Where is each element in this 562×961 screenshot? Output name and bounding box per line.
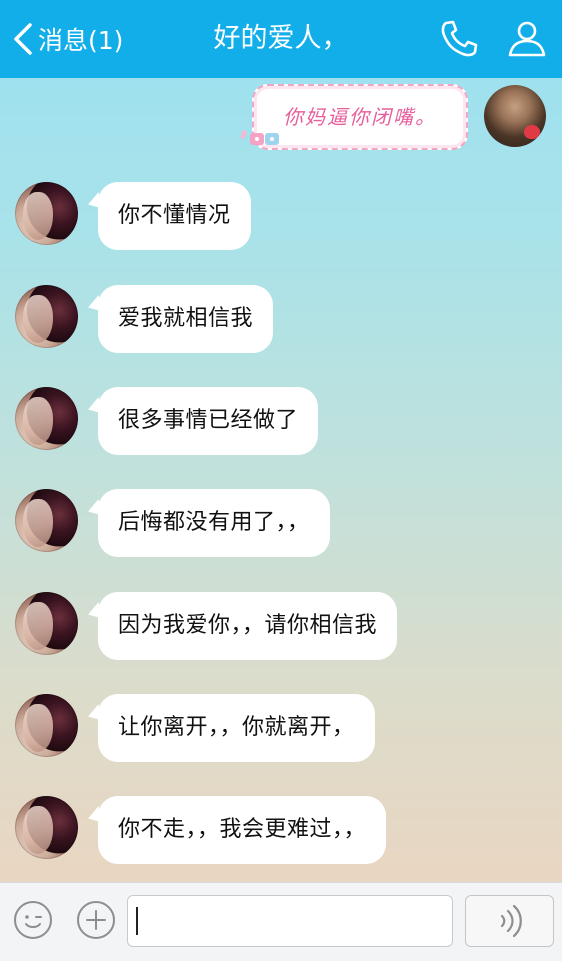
message-bubble[interactable]: 爱我就相信我	[98, 285, 274, 353]
text-caret	[136, 907, 138, 935]
received-message-row: 后悔都没有用了，，	[0, 489, 562, 559]
more-options-button[interactable]	[77, 901, 115, 939]
message-bubble[interactable]: 因为我爱你，，请你相信我	[98, 592, 398, 660]
received-message-row: 让你离开，，你就离开，	[0, 694, 562, 764]
received-message-row: 爱我就相信我	[0, 285, 562, 355]
message-bubble[interactable]: 你不懂情况	[98, 182, 251, 250]
contact-avatar[interactable]	[15, 592, 78, 655]
teacup-decoration-icon	[240, 130, 279, 145]
phone-icon	[441, 20, 478, 57]
voice-input-button[interactable]	[465, 895, 554, 947]
contact-avatar[interactable]	[15, 182, 78, 245]
message-bubble[interactable]: 后悔都没有用了，，	[98, 489, 330, 557]
contact-avatar[interactable]	[15, 694, 78, 757]
contact-avatar[interactable]	[15, 796, 78, 859]
received-message-row: 很多事情已经做了	[0, 387, 562, 457]
smiley-icon	[25, 915, 42, 928]
contact-profile-button[interactable]	[505, 17, 549, 61]
message-bubble[interactable]: 很多事情已经做了	[98, 387, 319, 455]
received-message-row: 你不懂情况	[0, 182, 562, 252]
chat-area[interactable]: 你妈逼你闭嘴。 你不懂情况 爱我就相信我 很多事情已经做了 后悔都没有用了，， …	[0, 78, 562, 882]
my-avatar[interactable]	[484, 85, 546, 147]
title-bar: 消息(1) 好的爱人，	[0, 0, 562, 78]
message-bubble[interactable]: 让你离开，，你就离开，	[98, 694, 375, 762]
voice-wave-icon	[500, 904, 522, 938]
message-bubble[interactable]: 你不走，，我会更难过，，	[98, 796, 387, 864]
contact-avatar[interactable]	[15, 489, 78, 552]
contact-avatar[interactable]	[15, 387, 78, 450]
sent-message-row: 你妈逼你闭嘴。	[0, 80, 562, 150]
call-button[interactable]	[437, 17, 481, 61]
person-icon	[508, 21, 546, 57]
received-message-row: 因为我爱你，，请你相信我	[0, 592, 562, 662]
received-message-row: 你不走，，我会更难过，，	[0, 796, 562, 866]
message-input[interactable]	[127, 895, 453, 947]
chevron-left-icon	[14, 23, 32, 55]
input-bar	[0, 882, 562, 961]
emoji-button[interactable]	[14, 901, 52, 939]
back-label: 消息(1)	[38, 26, 124, 55]
plus-icon	[86, 910, 106, 930]
back-button[interactable]: 消息(1)	[12, 0, 123, 78]
contact-avatar[interactable]	[15, 285, 78, 348]
